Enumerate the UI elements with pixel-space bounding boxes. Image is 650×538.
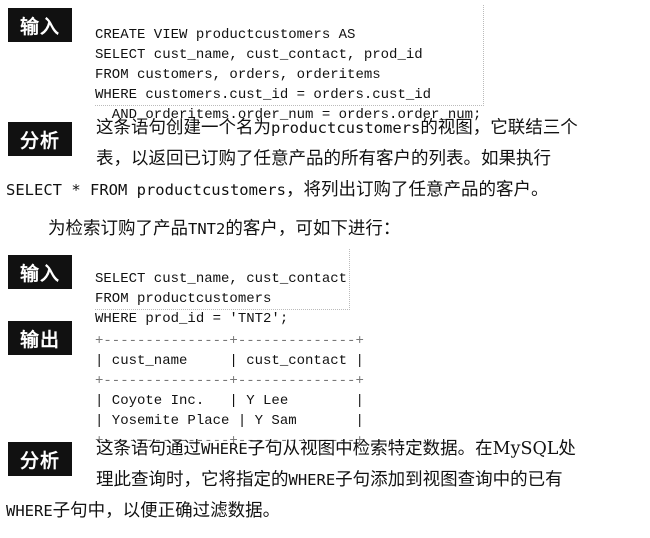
table-header: | cust_name | cust_contact | — [95, 353, 364, 369]
analysis-text: 子句从视图中检索特定数据。在MySQL处 — [247, 439, 576, 459]
analysis-text: 子句添加到视图查询中的已有 — [335, 470, 563, 490]
create-view-code: CREATE VIEW productcustomers AS SELECT cu… — [95, 5, 484, 123]
analysis-text: 理此查询时，它将指定的 — [96, 470, 289, 490]
code-line: FROM customers, orders, orderitems — [95, 67, 381, 83]
analysis-paragraph-line1: 这条语句通过WHERE子句从视图中检索特定数据。在MySQL处 — [96, 434, 644, 465]
code-line: SELECT cust_name, cust_contact, prod_id — [95, 47, 423, 63]
table-border: +---------------+--------------+ — [95, 373, 364, 389]
code-line: SELECT cust_name, cust_contact — [95, 271, 348, 287]
product-id-code: TNT2 — [188, 220, 226, 238]
input-label: 输入 — [8, 8, 72, 42]
intro-text: 为检索订购了产品 — [48, 219, 188, 239]
analysis-paragraph-line3: SELECT * FROM productcustomers，将列出订购了任意产… — [6, 175, 646, 206]
analysis-text: ，将列出订购了任意产品的客户。 — [285, 180, 549, 200]
analysis-text: 这条语句创建一个名为 — [96, 118, 271, 138]
code-line: CREATE VIEW productcustomers AS — [95, 27, 356, 43]
analysis-text: 的视图，它联结三个 — [420, 118, 578, 138]
view-name-code: productcustomers — [271, 119, 421, 137]
intro-text: 的客户，可如下进行： — [225, 219, 401, 239]
where-keyword-code: WHERE — [201, 440, 248, 458]
where-keyword-code: WHERE — [6, 502, 53, 520]
table-row: | Coyote Inc. | Y Lee | — [95, 393, 364, 409]
code-line: FROM productcustomers — [95, 291, 272, 307]
select-statement-code: SELECT * FROM productcustomers — [6, 181, 286, 199]
analysis-paragraph-line3: WHERE子句中，以便正确过滤数据。 — [6, 496, 646, 527]
analysis-paragraph-line2: 表，以返回已订购了任意产品的所有客户的列表。如果执行 — [96, 144, 644, 175]
intro-paragraph: 为检索订购了产品TNT2的客户，可如下进行： — [48, 214, 608, 245]
analysis-paragraph-line1: 这条语句创建一个名为productcustomers的视图，它联结三个 — [96, 113, 644, 144]
output-label: 输出 — [8, 321, 72, 355]
analysis-text: 子句中，以便正确过滤数据。 — [52, 501, 281, 521]
table-border: +---------------+--------------+ — [95, 333, 364, 349]
analysis-label: 分析 — [8, 122, 72, 156]
code-line: WHERE customers.cust_id = orders.cust_id — [95, 87, 432, 103]
analysis-label: 分析 — [8, 442, 72, 476]
where-keyword-code: WHERE — [288, 471, 336, 489]
table-row: | Yosemite Place | Y Sam | — [95, 413, 364, 429]
analysis-text: 表，以返回已订购了任意产品的所有客户的列表。如果执行 — [96, 149, 551, 169]
input-label: 输入 — [8, 255, 72, 289]
analysis-text: 这条语句通过 — [96, 439, 201, 459]
select-view-code: SELECT cust_name, cust_contact FROM produ… — [95, 249, 350, 327]
analysis-paragraph-line2: 理此查询时，它将指定的WHERE子句添加到视图查询中的已有 — [96, 465, 644, 496]
